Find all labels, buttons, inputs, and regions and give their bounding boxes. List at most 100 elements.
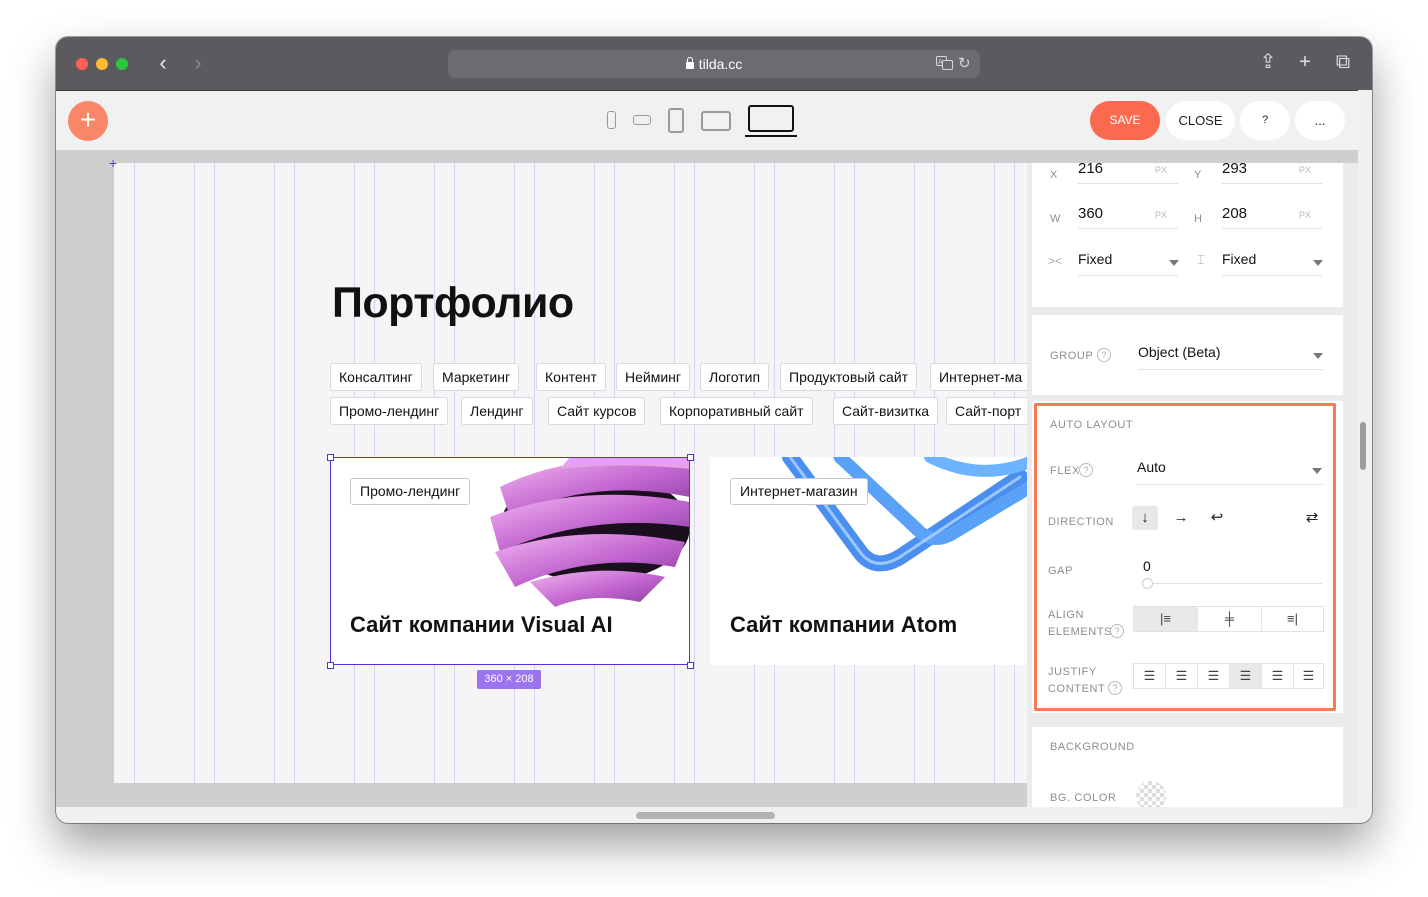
h-field[interactable]: 208 [1222, 205, 1247, 222]
size-badge: 360 × 208 [477, 670, 541, 689]
back-icon[interactable]: ‹ [151, 51, 175, 75]
card-tag[interactable]: Интернет-магазин [730, 478, 868, 505]
save-button[interactable]: SAVE [1090, 101, 1160, 140]
panel-scrollbar[interactable] [1360, 422, 1366, 470]
address-bar[interactable]: tilda.cc A ↻ [448, 50, 980, 78]
reload-icon[interactable]: ↻ [958, 54, 971, 72]
flex-label: FLEX [1050, 465, 1080, 477]
grid-line [214, 163, 215, 783]
height-mode-underline [1222, 275, 1322, 276]
chevron-down-icon[interactable] [1312, 468, 1322, 474]
direction-reverse-icon[interactable]: ⇄ [1299, 506, 1325, 530]
justify-space-around-icon[interactable]: ☰ [1262, 664, 1294, 688]
align-start-icon[interactable]: |≡ [1134, 607, 1198, 631]
help-icon[interactable]: ? [1110, 624, 1124, 638]
close-window-button[interactable] [76, 58, 88, 70]
settings-panel[interactable]: X 216 PX Y 293 PX W 360 PX H 208 PX >< F… [1027, 163, 1358, 807]
grid-line [134, 163, 135, 783]
filter-tag[interactable]: Логотип [700, 363, 770, 391]
filter-tag[interactable]: Корпоративный сайт [660, 397, 813, 425]
filter-tag[interactable]: Лендинг [461, 397, 533, 425]
direction-wrap-icon[interactable]: ↩ [1204, 506, 1230, 530]
resize-handle[interactable] [327, 454, 334, 461]
url-text: tilda.cc [698, 56, 743, 72]
desktop-active-underline [745, 135, 797, 137]
direction-down-icon[interactable]: ↓ [1132, 506, 1158, 530]
gap-value[interactable]: 0 [1143, 558, 1151, 574]
desktop-icon[interactable] [748, 105, 794, 132]
resize-handle[interactable] [687, 454, 694, 461]
portfolio-card[interactable]: Интернет-магазин Сайт компании Atom [710, 457, 1028, 665]
h-label: H [1194, 213, 1203, 225]
y-field[interactable]: 293 [1222, 163, 1247, 177]
artboard[interactable]: Портфолио Консалтинг Маркетинг Контент Н… [114, 163, 1028, 783]
flex-select[interactable]: Auto [1137, 459, 1166, 475]
selection-box[interactable] [330, 457, 690, 665]
resize-handle[interactable] [327, 662, 334, 669]
gap-slider-thumb[interactable] [1142, 578, 1153, 589]
filter-tag[interactable]: Консалтинг [330, 363, 422, 391]
close-button[interactable]: CLOSE [1166, 101, 1235, 140]
address-text-wrap: tilda.cc [448, 56, 980, 72]
filter-tag[interactable]: Продуктовый сайт [780, 363, 918, 391]
group-select[interactable]: Object (Beta) [1138, 344, 1220, 360]
bg-color-label: BG. COLOR [1050, 792, 1117, 804]
more-button[interactable]: ... [1295, 101, 1345, 140]
filter-tag[interactable]: Сайт-порт [946, 397, 1028, 425]
w-field[interactable]: 360 [1078, 205, 1103, 222]
minimize-window-button[interactable] [96, 58, 108, 70]
align-end-icon[interactable]: ≡| [1262, 607, 1323, 631]
chevron-down-icon[interactable] [1313, 353, 1323, 359]
justify-center-icon[interactable]: ☰ [1166, 664, 1198, 688]
group-underline [1138, 369, 1324, 370]
card-title[interactable]: Сайт компании Atom [730, 612, 957, 638]
justify-end-icon[interactable]: ☰ [1198, 664, 1230, 688]
help-icon[interactable]: ? [1108, 681, 1122, 695]
help-icon[interactable]: ? [1079, 463, 1093, 477]
gap-slider-track[interactable] [1142, 583, 1322, 584]
add-element-button[interactable]: + [68, 101, 108, 141]
mobile-landscape-icon[interactable] [633, 115, 651, 125]
page-title[interactable]: Портфолио [332, 279, 574, 328]
canvas-scrollbar[interactable] [636, 812, 775, 819]
filter-tag[interactable]: Сайт курсов [548, 397, 646, 425]
tablet-portrait-icon[interactable] [668, 108, 684, 133]
new-tab-icon[interactable]: + [1293, 50, 1317, 74]
tablet-landscape-icon[interactable] [701, 111, 731, 131]
filter-tag[interactable]: Маркетинг [433, 363, 520, 391]
chevron-down-icon[interactable] [1313, 260, 1323, 266]
height-mode-select[interactable]: Fixed [1222, 251, 1256, 267]
filter-tag[interactable]: Промо-лендинг [330, 397, 449, 425]
x-field[interactable]: 216 [1078, 163, 1103, 177]
zoom-window-button[interactable] [116, 58, 128, 70]
tab-overview-icon[interactable]: ⧉ [1331, 50, 1355, 74]
help-icon[interactable]: ? [1097, 348, 1111, 362]
align-center-icon[interactable]: ╪ [1198, 607, 1262, 631]
y-label: Y [1194, 169, 1202, 181]
filter-tag[interactable]: Интернет-ма [930, 363, 1028, 391]
svg-text:A: A [938, 58, 943, 66]
bg-color-swatch[interactable] [1136, 781, 1166, 807]
grid-line [294, 163, 295, 783]
chevron-down-icon[interactable] [1169, 260, 1179, 266]
justify-space-evenly-icon[interactable]: ☰ [1294, 664, 1323, 688]
justify-content-control[interactable]: ☰ ☰ ☰ ☰ ☰ ☰ [1133, 663, 1324, 689]
grid-line [274, 163, 275, 783]
justify-label-2: CONTENT [1048, 683, 1106, 695]
forward-icon[interactable]: › [186, 51, 210, 75]
resize-handle[interactable] [687, 662, 694, 669]
justify-space-between-icon[interactable]: ☰ [1230, 664, 1262, 688]
width-mode-icon: >< [1048, 254, 1063, 268]
align-elements-control[interactable]: |≡ ╪ ≡| [1133, 606, 1324, 632]
width-mode-select[interactable]: Fixed [1078, 251, 1112, 267]
filter-tag[interactable]: Нейминг [616, 363, 690, 391]
direction-right-icon[interactable]: → [1168, 506, 1194, 530]
help-button[interactable]: ? [1240, 101, 1290, 140]
filter-tag[interactable]: Контент [536, 363, 606, 391]
align-label-2: ELEMENTS [1048, 626, 1113, 638]
share-icon[interactable]: ⇪ [1256, 50, 1280, 74]
filter-tag[interactable]: Сайт-визитка [833, 397, 939, 425]
justify-start-icon[interactable]: ☰ [1134, 664, 1166, 688]
translate-icon[interactable]: A [936, 56, 954, 73]
mobile-portrait-icon[interactable] [607, 111, 616, 129]
